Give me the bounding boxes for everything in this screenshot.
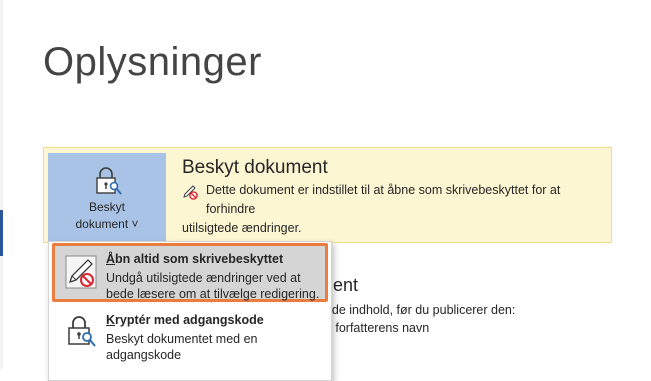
protect-description-line1: Dette dokument er indstillet til at åbne… <box>206 183 561 216</box>
menu-item-accelerator: Å <box>106 252 116 266</box>
menu-item-encrypt-with-password[interactable]: Kryptér med adgangskode Beskyt dokumente… <box>52 310 328 370</box>
lock-key-icon <box>94 166 122 196</box>
inspect-section-text-line1: ende indhold, før du publicerer den: <box>318 303 516 317</box>
protect-document-dropdown: Åbn altid som skrivebeskyttet Undgå util… <box>48 241 332 381</box>
menu-item-description-line1: Undgå utilsigtede ændringer ved at <box>106 271 301 285</box>
protect-button-label-line1: Beskyt <box>88 200 125 214</box>
menu-item-title-text: ryptér med adgangskode <box>115 313 264 327</box>
menu-item-title: Kryptér med adgangskode <box>106 313 264 327</box>
menu-item-description: Beskyt dokumentet med en adgangskode <box>106 331 321 363</box>
protect-section-description: Dette dokument er indstillet til at åbne… <box>182 181 601 238</box>
pencil-no-edit-icon <box>182 184 198 200</box>
menu-item-description-line2: bede læsere om at tilvælge redigering. <box>106 287 320 301</box>
menu-item-title: Åbn altid som skrivebeskyttet <box>106 252 283 266</box>
menu-item-accelerator: K <box>106 313 116 327</box>
menu-item-description-line2: adgangskode <box>106 348 182 362</box>
protect-button-label-line2: dokument <box>75 217 129 231</box>
menu-item-always-open-read-only[interactable]: Åbn altid som skrivebeskyttet Undgå util… <box>52 243 328 302</box>
protect-section-title: Beskyt dokument <box>182 157 328 178</box>
chevron-down-icon: ˅ <box>131 217 139 231</box>
protect-description-line2: utilsigtede ændringer. <box>182 221 302 235</box>
protect-document-button[interactable]: Beskyt dokument ˅ <box>48 153 166 241</box>
menu-item-description: Undgå utilsigtede ændringer ved at bede … <box>106 270 321 302</box>
lock-key-icon <box>65 314 97 348</box>
left-edge-strip <box>0 0 3 369</box>
menu-item-title-text: bn altid som skrivebeskyttet <box>115 252 284 266</box>
page-title: Oplysninger <box>43 40 262 84</box>
inspect-section-text-line2: og forfatterens navn <box>318 321 430 335</box>
pencil-no-edit-icon <box>65 255 97 289</box>
menu-item-description-line1: Beskyt dokumentet med en <box>106 332 258 346</box>
left-edge-accent <box>0 210 3 256</box>
